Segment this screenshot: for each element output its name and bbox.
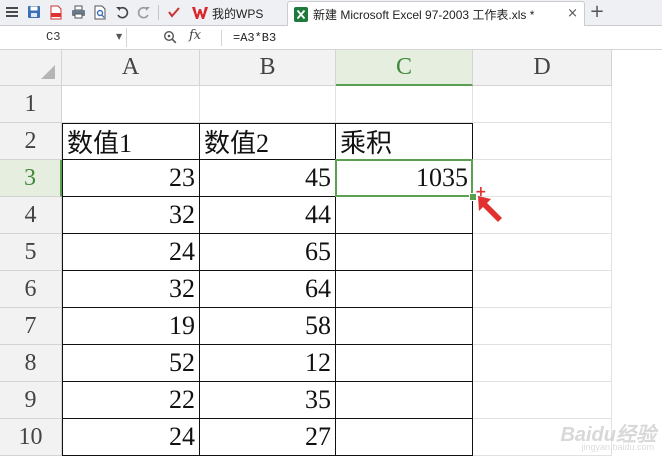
cell-b5[interactable]: 65	[200, 234, 336, 271]
wps-logo-icon	[192, 7, 208, 19]
print-icon[interactable]	[70, 4, 86, 20]
cell-c6[interactable]	[336, 271, 473, 308]
cell-d7[interactable]	[473, 308, 612, 345]
cell-a6[interactable]: 32	[62, 271, 200, 308]
pointer-arrow-icon	[478, 196, 502, 222]
watermark-url: jingyan.baidu.com	[581, 442, 654, 452]
cell-d9[interactable]	[473, 382, 612, 419]
cell-d1[interactable]	[473, 86, 612, 123]
select-all-corner[interactable]	[0, 50, 62, 86]
row-header-9[interactable]: 9	[0, 382, 62, 419]
tab-my-wps[interactable]: 我的WPS	[188, 1, 284, 25]
undo-icon[interactable]	[114, 4, 130, 20]
cell-a3[interactable]: 23	[62, 160, 200, 197]
formula-separator	[221, 30, 222, 46]
cell-c5[interactable]	[336, 234, 473, 271]
cell-a2[interactable]: 数值1	[62, 123, 200, 160]
row-header-3[interactable]: 3	[0, 160, 62, 197]
cell-a8[interactable]: 52	[62, 345, 200, 382]
chevron-down-icon[interactable]: ▼	[116, 32, 122, 41]
toolbar-separator	[158, 5, 159, 20]
cell-c2[interactable]: 乘积	[336, 123, 473, 160]
app-menu-icon[interactable]	[4, 4, 20, 20]
select-all-triangle-icon	[41, 65, 55, 79]
spreadsheet-grid: A B C D 1 2 3 4 5 6 7 8 9 10 数值1 数值2 乘积 23 45 1035 32 44 24 65 3…	[0, 50, 662, 456]
row-header-8[interactable]: 8	[0, 345, 62, 382]
cell-b3[interactable]: 45	[200, 160, 336, 197]
cell-d2[interactable]	[473, 123, 612, 160]
title-tab-bar: 我的WPS 新建 Microsoft Excel 97-2003 工作表.xls…	[0, 0, 662, 26]
cell-b1[interactable]	[200, 86, 336, 123]
cell-b2[interactable]: 数值2	[200, 123, 336, 160]
baidu-watermark: Baidu经验 jingyan.baidu.com	[560, 418, 656, 452]
formula-bar: C3 ▼ fx =A3*B3	[0, 26, 662, 50]
cell-a1[interactable]	[62, 86, 200, 123]
cell-d8[interactable]	[473, 345, 612, 382]
row-header-4[interactable]: 4	[0, 197, 62, 234]
column-header-a[interactable]: A	[62, 50, 200, 86]
cell-a4[interactable]: 32	[62, 197, 200, 234]
cell-d5[interactable]	[473, 234, 612, 271]
cell-c10[interactable]	[336, 419, 473, 456]
tab-workbook[interactable]: 新建 Microsoft Excel 97-2003 工作表.xls * ×	[287, 1, 585, 26]
row-header-1[interactable]: 1	[0, 86, 62, 123]
column-header-d[interactable]: D	[473, 50, 612, 86]
cell-c1[interactable]	[336, 86, 473, 123]
row-header-2[interactable]: 2	[0, 123, 62, 160]
cell-a5[interactable]: 24	[62, 234, 200, 271]
cell-d3[interactable]	[473, 160, 612, 197]
row-header-7[interactable]: 7	[0, 308, 62, 345]
cell-a7[interactable]: 19	[62, 308, 200, 345]
cell-a10[interactable]: 24	[62, 419, 200, 456]
export-pdf-icon[interactable]	[48, 4, 64, 20]
cell-a9[interactable]: 22	[62, 382, 200, 419]
customize-toolbar-icon[interactable]	[166, 4, 182, 20]
column-header-b[interactable]: B	[200, 50, 336, 86]
cell-d6[interactable]	[473, 271, 612, 308]
cell-b9[interactable]: 35	[200, 382, 336, 419]
cell-c4[interactable]	[336, 197, 473, 234]
name-box-value: C3	[46, 30, 61, 44]
excel-file-icon	[294, 6, 308, 22]
cell-c8[interactable]	[336, 345, 473, 382]
cell-b6[interactable]: 64	[200, 271, 336, 308]
close-tab-icon[interactable]: ×	[567, 6, 578, 21]
column-header-c[interactable]: C	[336, 50, 473, 86]
insert-function-icon[interactable]: fx	[189, 28, 201, 43]
row-header-5[interactable]: 5	[0, 234, 62, 271]
cell-c9[interactable]	[336, 382, 473, 419]
cell-b8[interactable]: 12	[200, 345, 336, 382]
name-box[interactable]: C3 ▼	[0, 28, 127, 47]
cell-b7[interactable]: 58	[200, 308, 336, 345]
tab-my-wps-label: 我的WPS	[212, 6, 264, 21]
cell-b10[interactable]: 27	[200, 419, 336, 456]
row-header-6[interactable]: 6	[0, 271, 62, 308]
print-preview-icon[interactable]	[92, 4, 108, 20]
cell-c7[interactable]	[336, 308, 473, 345]
tab-workbook-label: 新建 Microsoft Excel 97-2003 工作表.xls *	[313, 7, 535, 22]
row-header-10[interactable]: 10	[0, 419, 62, 456]
redo-icon[interactable]	[136, 4, 152, 20]
formula-input[interactable]: =A3*B3	[233, 31, 276, 45]
cell-c3[interactable]: 1035	[336, 160, 473, 197]
new-tab-button[interactable]: +	[588, 2, 606, 22]
save-icon[interactable]	[26, 4, 42, 20]
zoom-icon[interactable]	[163, 30, 177, 44]
cell-b4[interactable]: 44	[200, 197, 336, 234]
